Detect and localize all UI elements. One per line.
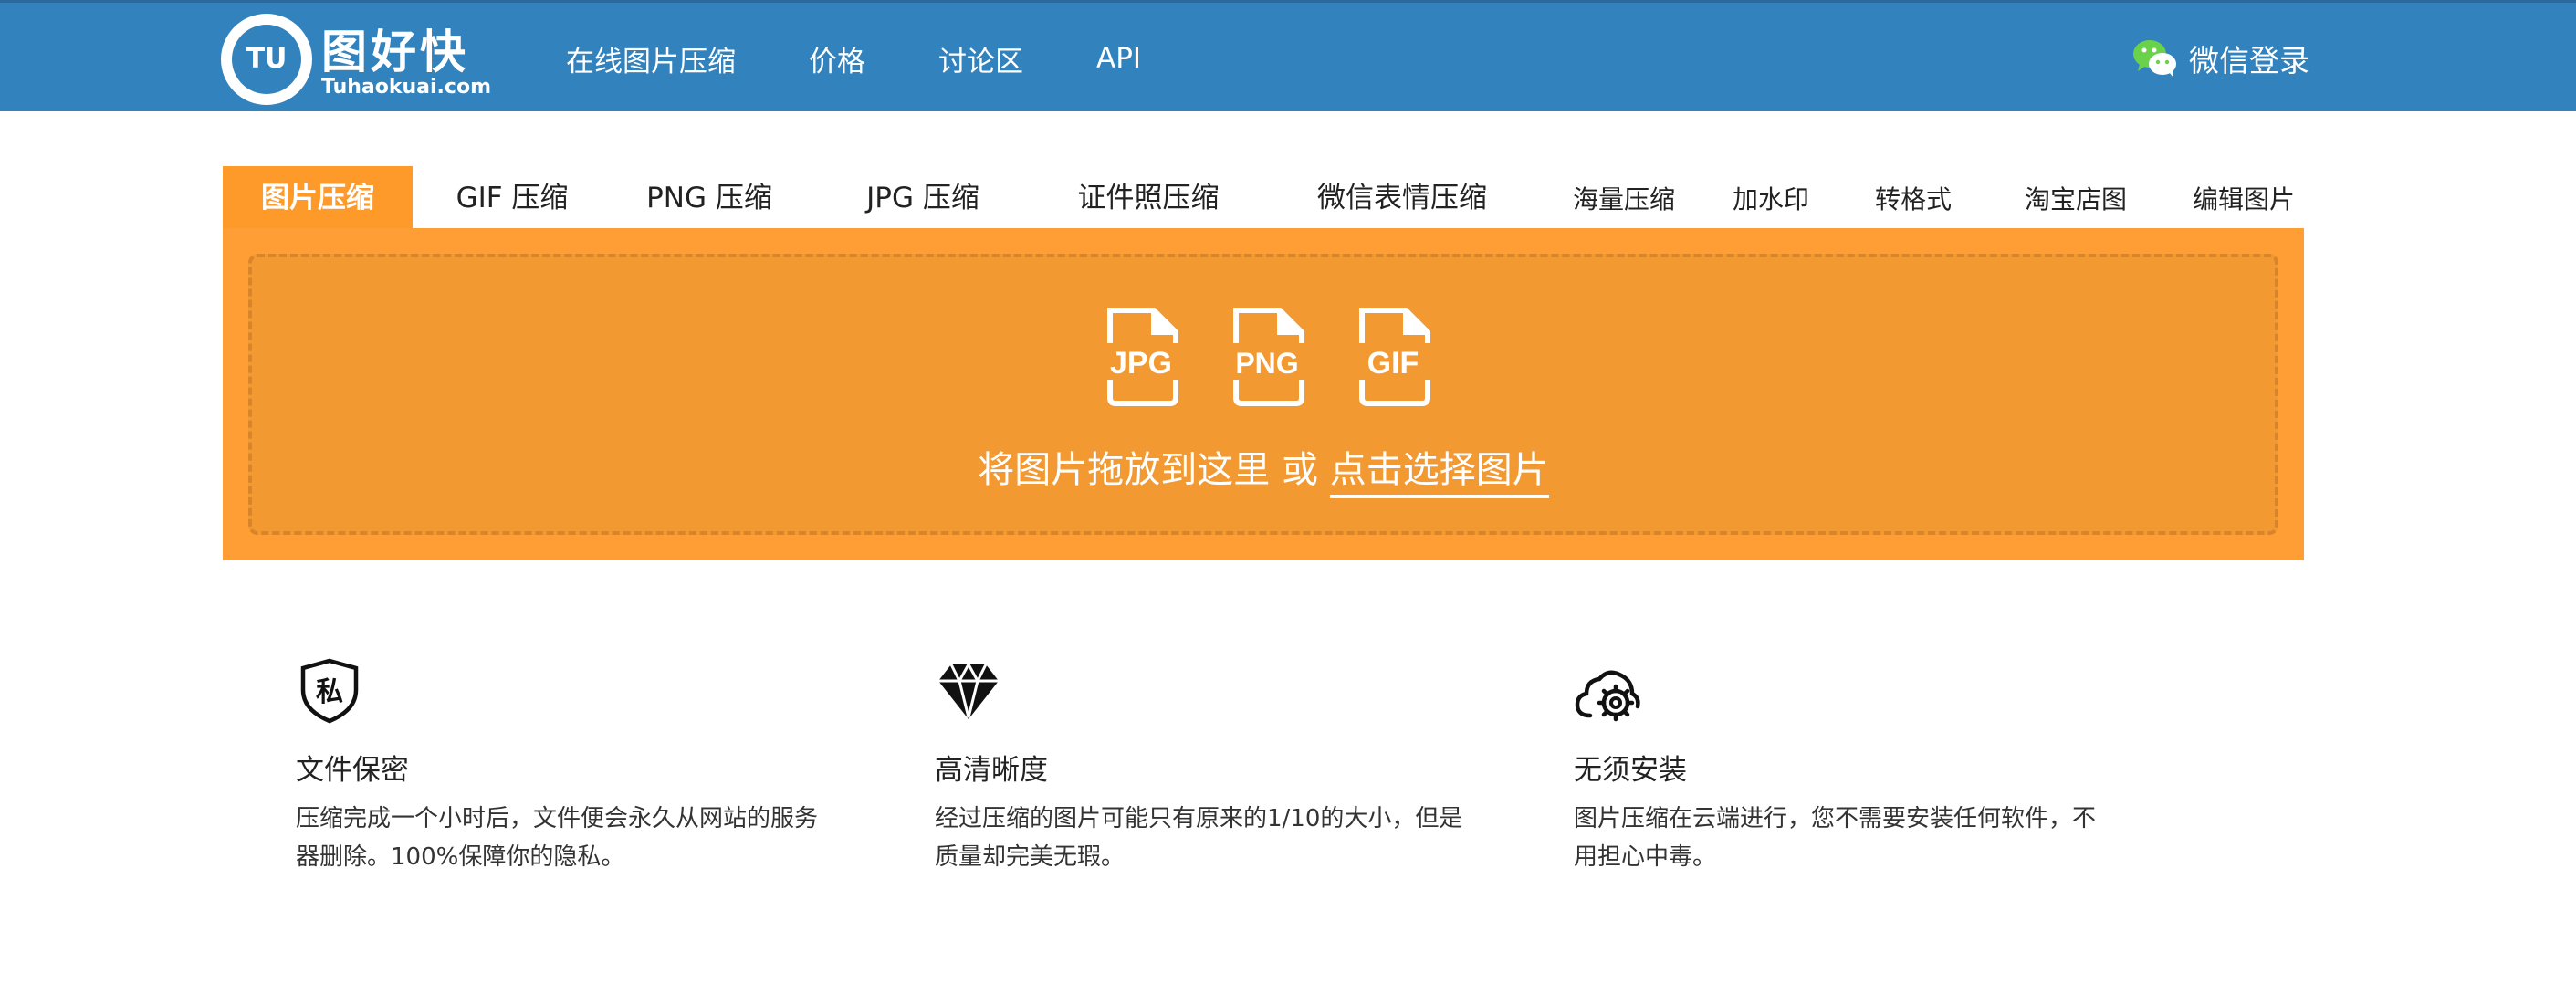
feature-desc-line: 器删除。100%保障你的隐私。 bbox=[296, 843, 625, 871]
feature-desc-line: 经过压缩的图片可能只有原来的1/10的大小，但是 bbox=[935, 805, 1463, 832]
logo-mark: TU bbox=[232, 25, 301, 94]
tab-png-compress[interactable]: PNG 压缩 bbox=[632, 166, 787, 228]
feature-privacy: 私 文件保密 压缩完成一个小时后，文件便会永久从网站的服务 器删除。100%保障… bbox=[296, 657, 880, 871]
gif-file-icon: GIF bbox=[1349, 307, 1437, 407]
drop-text: 将图片拖放到这里 或 bbox=[978, 449, 1330, 491]
tab-image-compress[interactable]: 图片压缩 bbox=[223, 166, 413, 228]
upload-panel: JPG PNG GIF 将图片拖放到这里 或 点击选择图片 bbox=[223, 228, 2304, 560]
privacy-icon-char: 私 bbox=[316, 676, 343, 708]
tab-taobao-image[interactable]: 淘宝店图 bbox=[2003, 166, 2149, 228]
nav-api[interactable]: API bbox=[1096, 42, 1141, 75]
diamond-icon bbox=[935, 657, 1002, 725]
feature-description: 图片压缩在云端进行，您不需要安装任何软件，不 用担心中毒。 bbox=[1574, 800, 2158, 876]
choose-image-link[interactable]: 点击选择图片 bbox=[1329, 449, 1549, 498]
nav-pricing[interactable]: 价格 bbox=[809, 38, 865, 79]
feature-desc-line: 图片压缩在云端进行，您不需要安装任何软件，不 bbox=[1574, 805, 2097, 832]
tab-bulk-compress[interactable]: 海量压缩 bbox=[1555, 166, 1692, 228]
file-type-icons: JPG PNG GIF bbox=[252, 307, 2275, 409]
top-header: TU 图好快 Tuhaokuai.com 在线图片压缩 价格 讨论区 API 微… bbox=[0, 0, 2576, 111]
main-nav: 在线图片压缩 价格 讨论区 API bbox=[566, 3, 1214, 114]
compress-tabs: 图片压缩 GIF 压缩 PNG 压缩 JPG 压缩 证件照压缩 微信表情压缩 海… bbox=[223, 166, 2304, 228]
png-file-icon: PNG bbox=[1223, 307, 1311, 407]
wechat-icon bbox=[2132, 38, 2178, 78]
login-label: 微信登录 bbox=[2189, 43, 2309, 78]
feature-high-definition: 高清晰度 经过压缩的图片可能只有原来的1/10的大小，但是 质量却完美无瑕。 bbox=[935, 657, 1519, 871]
tab-jpg-compress[interactable]: JPG 压缩 bbox=[845, 166, 1000, 228]
tab-wechat-sticker-compress[interactable]: 微信表情压缩 bbox=[1289, 166, 1515, 228]
jpg-label: JPG bbox=[1110, 346, 1172, 381]
feature-desc-line: 用担心中毒。 bbox=[1574, 843, 1717, 871]
site-logo[interactable]: TU 图好快 Tuhaokuai.com bbox=[221, 12, 491, 107]
logo-text-cn: 图好快 bbox=[321, 26, 469, 78]
feature-description: 经过压缩的图片可能只有原来的1/10的大小，但是 质量却完美无瑕。 bbox=[935, 800, 1519, 876]
png-label: PNG bbox=[1235, 347, 1298, 380]
feature-title: 高清晰度 bbox=[935, 754, 1048, 787]
logo-emblem: TU bbox=[221, 14, 312, 105]
jpg-file-icon: JPG bbox=[1097, 307, 1185, 407]
privacy-shield-icon: 私 bbox=[296, 657, 363, 725]
feature-desc-line: 质量却完美无瑕。 bbox=[935, 843, 1126, 871]
nav-online-compress[interactable]: 在线图片压缩 bbox=[566, 38, 736, 79]
feature-title: 文件保密 bbox=[296, 754, 409, 787]
tab-watermark[interactable]: 加水印 bbox=[1716, 166, 1826, 228]
wechat-login-button[interactable]: 微信登录 bbox=[2132, 3, 2309, 114]
drop-zone[interactable]: JPG PNG GIF 将图片拖放到这里 或 点击选择图片 bbox=[248, 254, 2278, 535]
tab-gif-compress[interactable]: GIF 压缩 bbox=[435, 166, 590, 228]
tab-id-photo-compress[interactable]: 证件照压缩 bbox=[1057, 166, 1240, 228]
feature-no-install: 无须安装 图片压缩在云端进行，您不需要安装任何软件，不 用担心中毒。 bbox=[1574, 657, 2158, 871]
feature-title: 无须安装 bbox=[1574, 754, 1687, 787]
gif-label: GIF bbox=[1367, 346, 1419, 381]
feature-description: 压缩完成一个小时后，文件便会永久从网站的服务 器删除。100%保障你的隐私。 bbox=[296, 800, 880, 876]
logo-text-en: Tuhaokuai.com bbox=[321, 76, 491, 99]
cloud-gear-icon bbox=[1574, 657, 1641, 725]
tab-edit-image[interactable]: 编辑图片 bbox=[2171, 166, 2317, 228]
tab-convert-format[interactable]: 转格式 bbox=[1859, 166, 1968, 228]
nav-forum[interactable]: 讨论区 bbox=[938, 38, 1023, 79]
drop-instruction: 将图片拖放到这里 或 点击选择图片 bbox=[252, 440, 2275, 498]
feature-desc-line: 压缩完成一个小时后，文件便会永久从网站的服务 bbox=[296, 805, 819, 832]
